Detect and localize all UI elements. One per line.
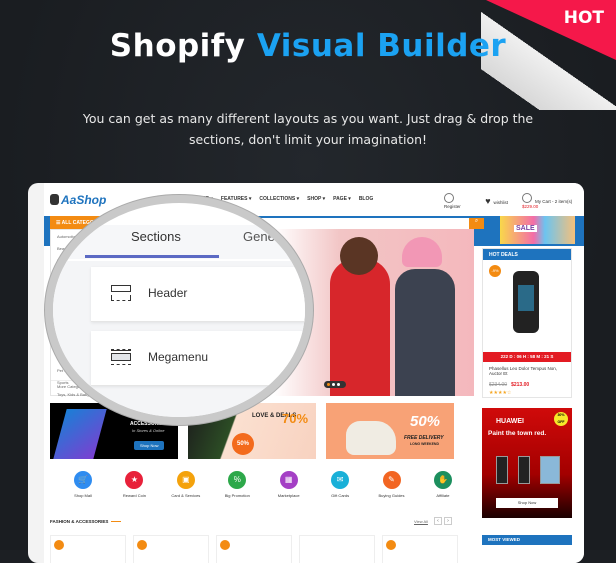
free-delivery-banner[interactable]: 50% FREE DELIVERY LONG WEEKEND — [326, 403, 454, 459]
heart-icon: ♥ — [485, 196, 491, 206]
service-affiliate[interactable]: ✋ Affiliate — [418, 471, 468, 498]
hero-image-kid — [395, 269, 455, 396]
sale-banner[interactable]: SALE — [500, 216, 575, 244]
store-icon: ▦ — [279, 471, 298, 489]
user-icon — [444, 193, 454, 203]
megamenu-section-icon — [111, 349, 131, 365]
section-header[interactable]: Header — [91, 267, 305, 322]
hero-image-kid — [330, 259, 390, 396]
service-card-services[interactable]: ▣ Card & Services — [161, 471, 211, 498]
brand-tagline: Paint the town red. — [488, 430, 547, 437]
fashion-section-title: FASHION & ACCESSORIES — [50, 519, 122, 524]
rating-stars: ★★★★☆ — [489, 390, 512, 396]
product-card[interactable] — [133, 535, 209, 563]
account-area: Register ♥ wishlist My Cart - 2 item(s) $… — [444, 193, 584, 209]
coin-icon: ★ — [125, 471, 144, 489]
carousel-arrows: ‹ › — [434, 517, 452, 525]
promotion-icon: % — [228, 471, 247, 489]
cart-link[interactable]: My Cart - 2 item(s) $229.00 — [522, 193, 584, 209]
section-label: Megamenu — [148, 350, 209, 364]
logo-icon — [50, 194, 59, 205]
banner-circle: 50% — [232, 433, 254, 455]
banner-subtitle: LONG WEEKEND — [410, 442, 439, 446]
service-label: Affiliate — [436, 493, 450, 498]
service-label: Gift Cards — [331, 493, 350, 498]
phone-image — [496, 456, 508, 484]
search-icon: ⌕ — [474, 218, 479, 224]
active-tab-indicator — [85, 255, 219, 258]
service-label: Big Promotion — [224, 493, 250, 498]
banner-title: FREE DELIVERY — [404, 435, 444, 441]
hot-deals-title: HOT DEALS — [483, 249, 571, 260]
gift-icon: ✉ — [331, 471, 350, 489]
promo-subtitle: You can get as many different layouts as… — [82, 111, 534, 147]
section-label: Header — [148, 286, 188, 300]
nav-blog[interactable]: BLOG — [359, 196, 373, 202]
tablet-image — [540, 456, 560, 484]
search-button[interactable]: ⌕ — [469, 218, 484, 229]
shoe-image — [346, 421, 396, 455]
service-buying-guides[interactable]: ✎ Buying Guides — [367, 471, 417, 498]
discount-badge: -9% — [489, 265, 501, 277]
product-card[interactable] — [382, 535, 458, 563]
service-icons: 🛒 Shop Mall ★ Reward Coin ▣ Card & Services… — [58, 471, 468, 498]
shop-now-button[interactable]: Shop Now — [134, 441, 165, 450]
offer-badge: 30% OFF — [554, 412, 568, 426]
banner-percent: 50% — [410, 413, 441, 430]
countdown-timer: 222 D : 06 H : 58 M : 21 S — [483, 352, 571, 362]
tab-sections[interactable]: Sections — [131, 229, 181, 244]
view-all-link[interactable]: View All — [414, 519, 428, 524]
nav-shop[interactable]: SHOP ▾ — [307, 196, 325, 202]
guide-icon: ✎ — [382, 471, 401, 489]
cart-icon — [522, 193, 533, 203]
product-image[interactable] — [513, 271, 539, 333]
card-icon: ▣ — [176, 471, 195, 489]
hero-image-hat — [402, 237, 442, 267]
header-section-icon — [111, 285, 131, 301]
nav-features[interactable]: FEATURES ▾ — [221, 196, 251, 202]
service-label: Buying Guides — [378, 493, 405, 498]
service-reward-coin[interactable]: ★ Reward Coin — [109, 471, 159, 498]
handshake-icon: ✋ — [433, 471, 452, 489]
product-cards — [50, 535, 458, 563]
banner-subtitle: In Stores & Online — [132, 428, 165, 433]
service-gift-cards[interactable]: ✉ Gift Cards — [315, 471, 365, 498]
title-part-1: Shopify — [109, 28, 246, 64]
store-logo[interactable]: AaShop — [50, 193, 106, 207]
product-card[interactable] — [50, 535, 126, 563]
tab-general[interactable]: General — [243, 229, 289, 244]
magnifier-lens: Sections General Header Megamenu — [45, 195, 313, 425]
slider-dots[interactable] — [324, 381, 346, 388]
cart-icon: 🛒 — [74, 471, 92, 489]
login-link[interactable]: Register — [444, 193, 471, 209]
chevron-right-icon[interactable]: › — [444, 517, 452, 525]
title-highlight: Visual Builder — [256, 28, 507, 64]
section-megamenu[interactable]: Megamenu — [91, 331, 305, 386]
shop-now-button[interactable]: Shop Now — [496, 498, 558, 508]
product-price: $234.00 $213.00 — [489, 382, 530, 388]
huawei-banner[interactable]: 30% OFF HUAWEI Paint the town red. Shop … — [482, 408, 572, 518]
hot-badge-label: HOT — [563, 8, 604, 28]
service-big-promotion[interactable]: % Big Promotion — [212, 471, 262, 498]
hero-image-hair — [340, 237, 378, 275]
hot-deals-widget: HOT DEALS -9% 222 D : 06 H : 58 M : 21 S… — [482, 248, 572, 398]
nav-page[interactable]: PAGE ▾ — [333, 196, 351, 202]
most-viewed-title: MOST VIEWED — [482, 535, 572, 545]
service-label: Reward Coin — [122, 493, 146, 498]
service-label: Marketplace — [277, 493, 300, 498]
phone-image — [518, 456, 530, 484]
service-marketplace[interactable]: ▦ Marketplace — [264, 471, 314, 498]
wishlist-link[interactable]: ♥ wishlist — [485, 196, 508, 206]
product-name[interactable]: Phasellus Leo Dolor Tempus Non, Auctor E… — [489, 366, 569, 376]
promo-title: Shopify Visual Builder — [0, 28, 616, 64]
product-card[interactable] — [299, 535, 375, 563]
service-label: Card & Services — [171, 493, 201, 498]
nav-collections[interactable]: COLLECTIONS ▾ — [259, 196, 299, 202]
service-label: Shop Mall — [74, 493, 92, 498]
brand-name: HUAWEI — [496, 418, 524, 425]
service-shop-mall[interactable]: 🛒 Shop Mall — [58, 471, 108, 498]
product-card[interactable] — [216, 535, 292, 563]
chevron-left-icon[interactable]: ‹ — [434, 517, 442, 525]
